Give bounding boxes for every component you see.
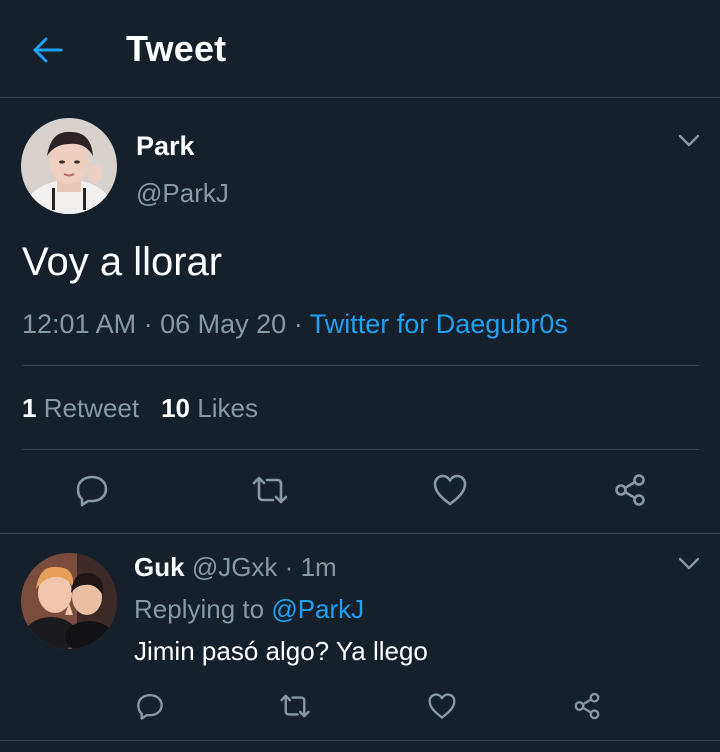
divider bbox=[0, 740, 720, 741]
reply-author-name[interactable]: Guk bbox=[134, 552, 185, 582]
share-button[interactable] bbox=[567, 688, 607, 724]
engagement-stats: 1 Retweet 10 Likes bbox=[22, 393, 258, 424]
share-icon bbox=[574, 692, 600, 720]
retweets-label: Retweet bbox=[43, 393, 140, 423]
reply-button[interactable] bbox=[70, 470, 114, 510]
like-button[interactable] bbox=[428, 470, 472, 510]
author-handle[interactable]: @ParkJ bbox=[136, 178, 229, 209]
retweets-count: 1 bbox=[22, 393, 37, 423]
mention-link[interactable]: @ParkJ bbox=[271, 594, 364, 624]
replying-label: Replying to bbox=[134, 594, 265, 624]
avatar[interactable] bbox=[21, 118, 117, 214]
top-bar: Tweet bbox=[0, 0, 720, 98]
separator: · bbox=[143, 309, 153, 339]
separator: · bbox=[293, 309, 303, 339]
retweet-icon bbox=[280, 694, 310, 718]
arrow-left-icon bbox=[33, 37, 63, 63]
reply-button[interactable] bbox=[130, 688, 170, 724]
heart-icon bbox=[428, 693, 456, 719]
share-icon bbox=[615, 474, 645, 506]
separator: · bbox=[284, 552, 294, 582]
tweet-date: 06 May 20 bbox=[160, 309, 287, 339]
avatar[interactable] bbox=[21, 553, 117, 649]
divider bbox=[0, 533, 720, 534]
retweet-icon bbox=[252, 476, 288, 504]
reply-options-button[interactable] bbox=[678, 557, 700, 576]
retweets-stat[interactable]: 1 Retweet bbox=[22, 393, 139, 423]
reply-text: Jimin pasó algo? Ya llego bbox=[134, 636, 428, 666]
tweet-options-button[interactable] bbox=[678, 134, 700, 153]
author-name[interactable]: Park bbox=[136, 131, 195, 162]
retweet-button[interactable] bbox=[248, 470, 292, 510]
reply-header: Guk @JGxk · 1m bbox=[134, 552, 337, 583]
chevron-down-icon bbox=[678, 557, 700, 570]
like-button[interactable] bbox=[422, 688, 462, 724]
tweet-text: Voy a llorar bbox=[22, 240, 223, 284]
tweet-source-link[interactable]: Twitter for Daegubr0s bbox=[310, 309, 568, 339]
heart-icon bbox=[433, 474, 467, 506]
likes-count: 10 bbox=[161, 393, 191, 423]
share-button[interactable] bbox=[608, 470, 652, 510]
tweet-metadata: 12:01 AM · 06 May 20 · Twitter for Daegu… bbox=[22, 309, 568, 340]
reply-age: 1m bbox=[300, 552, 337, 582]
likes-label: Likes bbox=[197, 393, 258, 423]
reply-author-handle[interactable]: @JGxk bbox=[192, 552, 278, 582]
tweet-time: 12:01 AM bbox=[22, 309, 137, 339]
reply-icon bbox=[76, 475, 108, 507]
divider bbox=[22, 365, 699, 366]
back-button[interactable] bbox=[26, 30, 70, 70]
replying-to: Replying to @ParkJ bbox=[134, 594, 364, 625]
likes-stat[interactable]: 10 Likes bbox=[161, 393, 258, 423]
divider bbox=[22, 449, 699, 450]
reply-icon bbox=[137, 694, 163, 720]
page-title: Tweet bbox=[126, 28, 227, 69]
retweet-button[interactable] bbox=[275, 688, 315, 724]
chevron-down-icon bbox=[678, 134, 700, 147]
